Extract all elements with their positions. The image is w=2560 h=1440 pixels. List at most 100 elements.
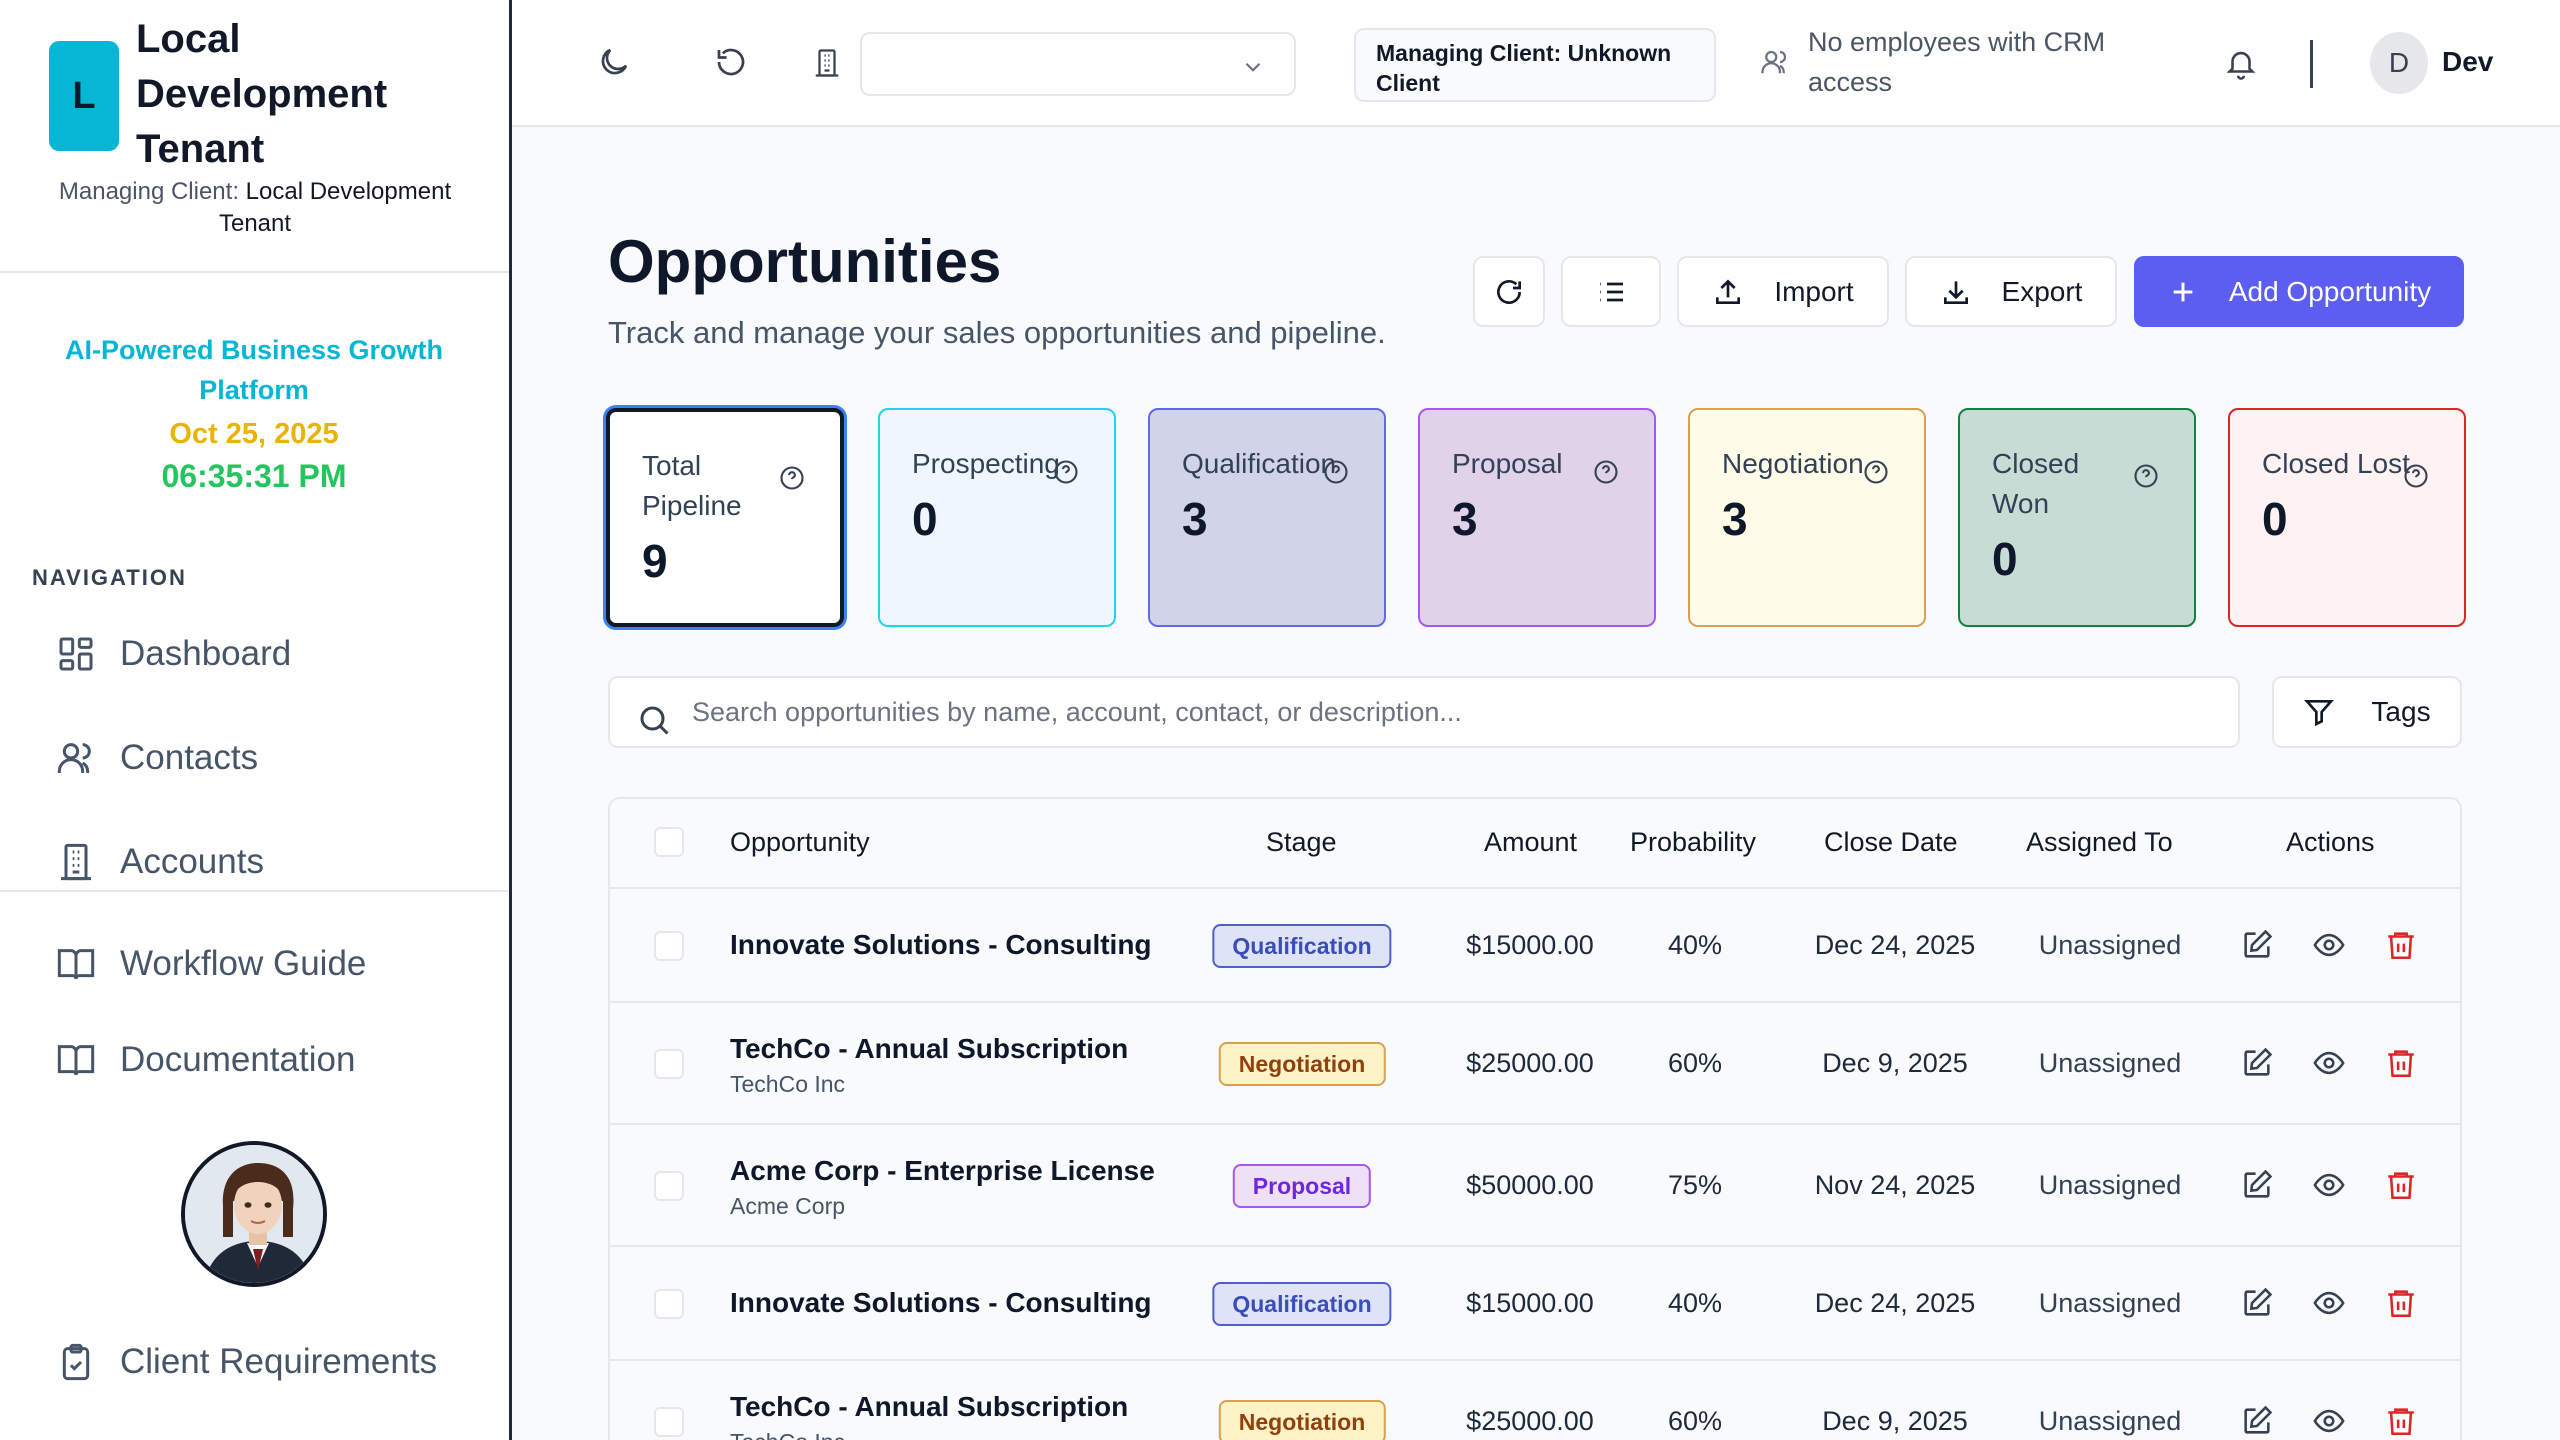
- nav-item-workflow-guide[interactable]: Workflow Guide: [56, 944, 366, 984]
- select-all-checkbox[interactable]: [654, 827, 684, 857]
- clipboard-icon: [56, 1342, 96, 1382]
- stat-value: 3: [1722, 493, 1748, 545]
- table-row[interactable]: Acme Corp - Enterprise License Acme Corp…: [610, 1125, 2460, 1247]
- add-opportunity-label: Add Opportunity: [2228, 275, 2432, 307]
- managing-client-value: Local Development Tenant: [218, 178, 452, 237]
- edit-icon[interactable]: [2240, 1404, 2274, 1438]
- stat-card-closed-won[interactable]: Closed Won 0: [1958, 408, 2196, 627]
- eye-icon[interactable]: [2312, 1168, 2346, 1202]
- opportunity-name[interactable]: Innovate Solutions - Consulting: [730, 929, 1152, 961]
- help-icon[interactable]: [1862, 458, 1890, 486]
- nav-item-dashboard[interactable]: Dashboard: [56, 634, 291, 674]
- row-checkbox[interactable]: [654, 1049, 684, 1079]
- opportunity-name[interactable]: Innovate Solutions - Consulting: [730, 1287, 1152, 1319]
- table-header: Opportunity Stage Amount Probability Clo…: [610, 799, 2460, 889]
- eye-icon[interactable]: [2312, 928, 2346, 962]
- nav-label-contacts: Contacts: [120, 738, 259, 777]
- column-header-close-date[interactable]: Close Date: [1824, 827, 1958, 858]
- promo-title: AI-Powered Business Growth Platform: [64, 335, 444, 405]
- user-avatar[interactable]: D: [2370, 32, 2428, 94]
- managing-client-label: Managing Client:: [58, 178, 239, 205]
- amount-cell: $25000.00: [1466, 1406, 1594, 1436]
- tags-filter-button[interactable]: Tags: [2272, 676, 2462, 748]
- trash-icon[interactable]: [2384, 1046, 2418, 1080]
- refresh-button[interactable]: [1473, 256, 1545, 327]
- stat-label: Negotiation: [1722, 448, 1864, 479]
- brand-logo[interactable]: L: [49, 41, 119, 151]
- edit-icon[interactable]: [2240, 928, 2274, 962]
- refresh-icon[interactable]: [713, 44, 749, 80]
- nav-item-contacts[interactable]: Contacts: [56, 738, 258, 778]
- column-header-probability[interactable]: Probability: [1630, 827, 1756, 858]
- stat-card-negotiation[interactable]: Negotiation 3: [1688, 408, 1926, 627]
- bell-icon[interactable]: [2224, 46, 2258, 80]
- search-input[interactable]: [692, 692, 2192, 732]
- download-icon: [1940, 276, 1972, 308]
- row-checkbox[interactable]: [654, 1171, 684, 1201]
- export-button[interactable]: Export: [1905, 256, 2117, 327]
- list-view-button[interactable]: [1561, 256, 1661, 327]
- help-icon[interactable]: [1322, 458, 1350, 486]
- help-icon[interactable]: [1592, 458, 1620, 486]
- column-header-assigned-to[interactable]: Assigned To: [2026, 827, 2173, 858]
- stat-label: Prospecting: [912, 448, 1060, 479]
- account-name: TechCo Inc: [730, 1429, 845, 1440]
- help-icon[interactable]: [1052, 458, 1080, 486]
- book-icon: [56, 1040, 96, 1080]
- crm-note-text: No employees with CRM access: [1808, 27, 2106, 97]
- column-header-amount[interactable]: Amount: [1484, 827, 1577, 858]
- table-row[interactable]: Innovate Solutions - Consulting Qualific…: [610, 1247, 2460, 1361]
- close-date-cell: Nov 24, 2025: [1814, 1170, 1976, 1200]
- close-date-cell: Dec 24, 2025: [1814, 1288, 1976, 1318]
- opportunity-name[interactable]: TechCo - Annual Subscription: [730, 1033, 1128, 1065]
- column-header-stage[interactable]: Stage: [1266, 827, 1337, 858]
- table-row[interactable]: TechCo - Annual Subscription TechCo Inc …: [610, 1003, 2460, 1125]
- edit-icon[interactable]: [2240, 1168, 2274, 1202]
- stat-card-closed-lost[interactable]: Closed Lost 0: [2228, 408, 2466, 627]
- row-checkbox[interactable]: [654, 1289, 684, 1319]
- row-checkbox[interactable]: [654, 1407, 684, 1437]
- help-icon[interactable]: [2132, 462, 2160, 490]
- help-icon[interactable]: [778, 464, 806, 492]
- import-button[interactable]: Import: [1677, 256, 1889, 327]
- moon-icon[interactable]: [596, 44, 632, 80]
- amount-cell: $15000.00: [1466, 930, 1594, 960]
- grid-icon: [56, 634, 96, 674]
- eye-icon[interactable]: [2312, 1046, 2346, 1080]
- trash-icon[interactable]: [2384, 928, 2418, 962]
- eye-icon[interactable]: [2312, 1404, 2346, 1438]
- stat-card-total-pipeline[interactable]: Total Pipeline 9: [606, 408, 844, 627]
- stat-card-proposal[interactable]: Proposal 3: [1418, 408, 1656, 627]
- stat-label: Qualification: [1182, 448, 1337, 479]
- stat-card-prospecting[interactable]: Prospecting 0: [878, 408, 1116, 627]
- opportunity-name[interactable]: TechCo - Annual Subscription: [730, 1391, 1128, 1423]
- stage-badge: Negotiation: [1218, 1042, 1386, 1086]
- user-name[interactable]: Dev: [2442, 46, 2493, 78]
- edit-icon[interactable]: [2240, 1046, 2274, 1080]
- column-header-opportunity[interactable]: Opportunity: [730, 827, 870, 858]
- stage-badge: Qualification: [1212, 1282, 1392, 1326]
- filter-icon: [2303, 696, 2335, 728]
- opportunity-name[interactable]: Acme Corp - Enterprise License: [730, 1155, 1155, 1187]
- assistant-avatar[interactable]: [181, 1141, 327, 1287]
- trash-icon[interactable]: [2384, 1286, 2418, 1320]
- row-checkbox[interactable]: [654, 931, 684, 961]
- trash-icon[interactable]: [2384, 1168, 2418, 1202]
- add-opportunity-button[interactable]: Add Opportunity: [2134, 256, 2464, 327]
- nav-heading: NAVIGATION: [32, 565, 187, 590]
- nav-item-accounts[interactable]: Accounts: [56, 842, 264, 882]
- stat-card-qualification[interactable]: Qualification 3: [1148, 408, 1386, 627]
- table-row[interactable]: Innovate Solutions - Consulting Qualific…: [610, 889, 2460, 1003]
- trash-icon[interactable]: [2384, 1404, 2418, 1438]
- nav-item-documentation[interactable]: Documentation: [56, 1040, 355, 1080]
- table-row[interactable]: TechCo - Annual Subscription TechCo Inc …: [610, 1361, 2460, 1440]
- amount-cell: $50000.00: [1466, 1170, 1594, 1200]
- nav-item-client-requirements[interactable]: Client Requirements: [56, 1342, 437, 1382]
- edit-icon[interactable]: [2240, 1286, 2274, 1320]
- eye-icon[interactable]: [2312, 1286, 2346, 1320]
- help-icon[interactable]: [2402, 462, 2430, 490]
- nav-label-dashboard: Dashboard: [120, 634, 292, 673]
- list-icon: [1595, 276, 1627, 308]
- client-select[interactable]: [860, 32, 1296, 96]
- plus-icon: [2167, 276, 2199, 308]
